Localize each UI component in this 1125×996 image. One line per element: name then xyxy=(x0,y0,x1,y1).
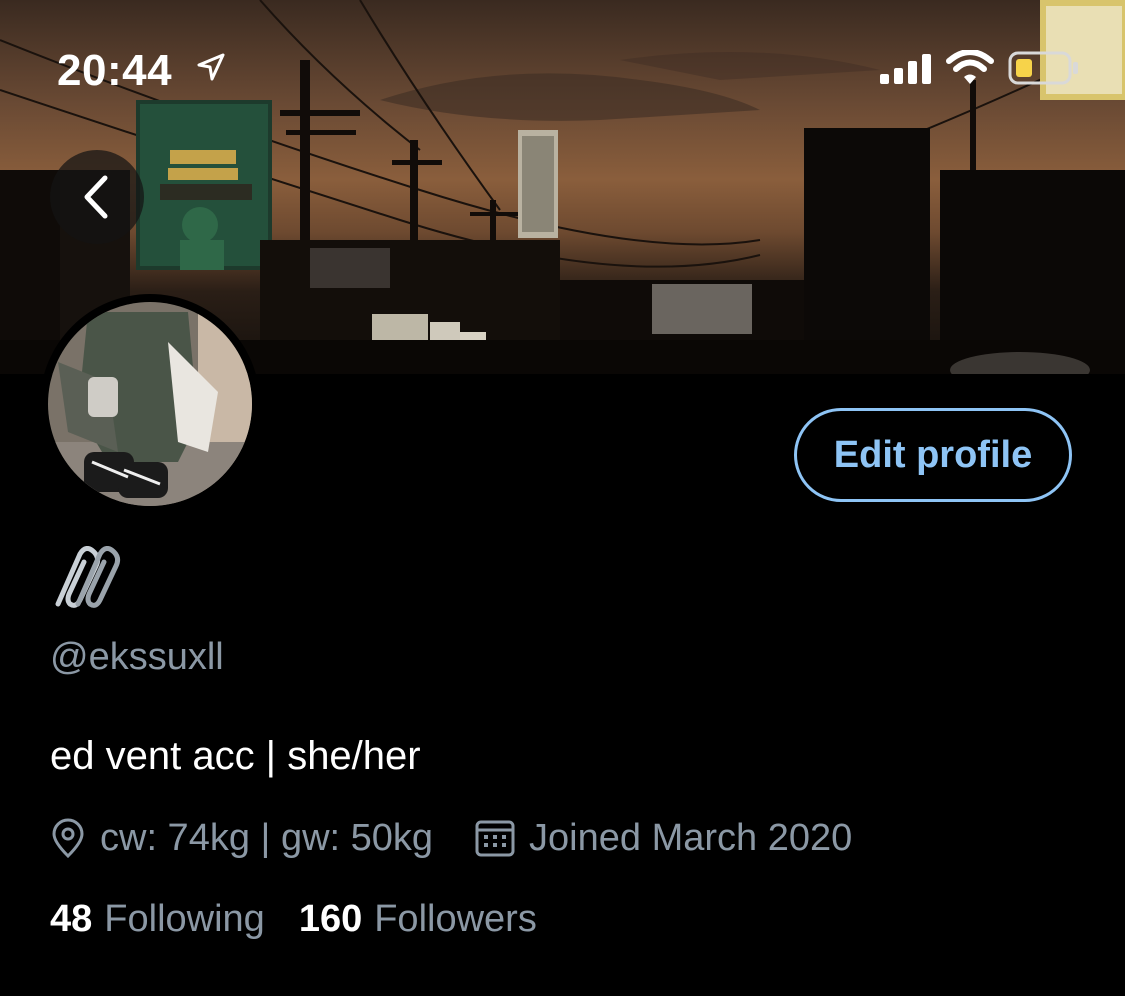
followers-label: Followers xyxy=(374,898,537,940)
follow-stats: 48 Following 160 Followers xyxy=(50,898,571,941)
followers-count: 160 xyxy=(298,898,363,940)
avatar-image xyxy=(48,302,252,506)
wifi-icon xyxy=(946,50,994,84)
profile-handle: @ekssuxll xyxy=(50,636,224,678)
edit-profile-button[interactable]: Edit profile xyxy=(794,408,1072,502)
back-button[interactable] xyxy=(50,150,144,244)
avatar[interactable] xyxy=(40,294,260,514)
paperclip-icon xyxy=(55,546,121,608)
location-pin-icon xyxy=(52,818,84,858)
following-link[interactable]: 48 Following xyxy=(50,898,265,941)
following-label: Following xyxy=(104,898,265,940)
profile-bio: ed vent acc | she/her xyxy=(50,734,421,778)
status-time: 20:44 xyxy=(57,46,173,95)
followers-link[interactable]: 160 Followers xyxy=(299,898,537,941)
profile-joined: Joined March 2020 xyxy=(529,816,853,859)
cellular-signal-icon xyxy=(880,54,931,84)
battery-low-icon xyxy=(1008,51,1078,85)
display-name xyxy=(50,546,124,617)
location-arrow-icon xyxy=(197,53,225,81)
profile-location: cw: 74kg | gw: 50kg xyxy=(100,816,434,859)
chevron-left-icon xyxy=(84,175,108,219)
profile-meta: cw: 74kg | gw: 50kg Joined March 2020 xyxy=(50,812,894,864)
following-count: 48 xyxy=(50,898,93,940)
status-bar: 20:44 xyxy=(0,0,1125,140)
calendar-icon xyxy=(475,820,515,857)
